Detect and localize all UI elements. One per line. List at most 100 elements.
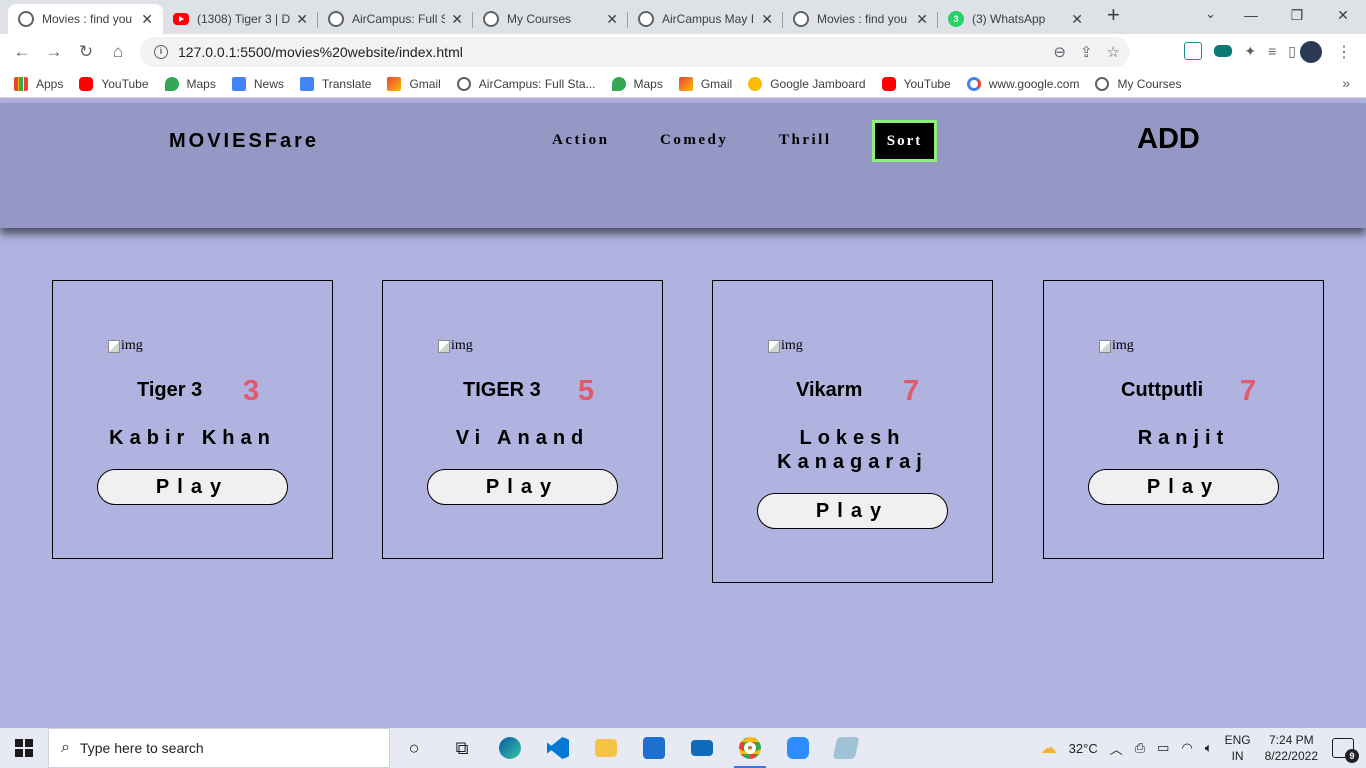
sort-button[interactable]: Sort [872, 120, 937, 162]
bookmark-maps[interactable]: Maps [611, 76, 663, 91]
home-icon[interactable]: ⌂ [102, 42, 134, 62]
bookmark-youtube[interactable]: YouTube [79, 76, 149, 91]
vscode-icon[interactable] [534, 728, 582, 768]
bookmark-aircampus[interactable]: AirCampus: Full Sta... [456, 76, 596, 91]
page-content: MOVIESFare Action Comedy Thrill Sort ADD… [0, 103, 1366, 728]
cortana-circle-icon[interactable]: ○ [390, 728, 438, 768]
window-controls: — ❐ ✕ [1228, 0, 1366, 30]
close-tab-icon[interactable]: ✕ [296, 11, 308, 28]
globe-icon [1095, 76, 1110, 91]
bookmark-star-icon[interactable]: ☆ [1107, 43, 1120, 61]
notes-app-icon[interactable] [822, 728, 870, 768]
globe-icon [483, 11, 499, 27]
bookmark-my-courses[interactable]: My Courses [1095, 76, 1181, 91]
language-indicator[interactable]: ENG IN [1225, 732, 1251, 764]
browser-tab[interactable]: AirCampus May I ✕ [628, 4, 783, 34]
bookmark-news[interactable]: News [231, 76, 284, 91]
edge-browser-icon[interactable] [486, 728, 534, 768]
broken-image-icon [438, 339, 450, 353]
zoom-icon[interactable]: ⊖ [1053, 43, 1066, 61]
notification-center-icon[interactable]: 9 [1332, 738, 1359, 763]
close-tab-icon[interactable]: ✕ [606, 11, 618, 28]
wifi-icon[interactable]: ◠ [1181, 740, 1192, 756]
bookmark-apps[interactable]: Apps [14, 76, 63, 91]
bookmark-translate[interactable]: Translate [299, 76, 371, 91]
battery-icon[interactable]: ▭ [1157, 740, 1169, 756]
gmail-icon [678, 76, 693, 91]
bookmark-jamboard[interactable]: Google Jamboard [748, 76, 866, 91]
microsoft-store-icon[interactable] [630, 728, 678, 768]
browser-tab[interactable]: AirCampus: Full S ✕ [318, 4, 473, 34]
broken-image-icon [108, 339, 120, 353]
browser-tab[interactable]: My Courses ✕ [473, 4, 628, 34]
side-panel-icon[interactable]: ▯ [1288, 43, 1296, 60]
volume-icon[interactable]: 🔈︎ [1205, 740, 1213, 756]
movie-card: img Vikarm 7 Lokesh Kanagaraj Play [712, 280, 993, 583]
task-view-icon[interactable]: ⧉ [438, 728, 486, 768]
play-button[interactable]: Play [427, 469, 618, 505]
media-control-icon[interactable]: ≡ [1268, 43, 1276, 59]
tab-title: (1308) Tiger 3 | D [197, 12, 291, 26]
site-info-icon[interactable]: i [154, 45, 168, 59]
movie-title: Vikarm [796, 379, 863, 401]
close-tab-icon[interactable]: ✕ [1071, 11, 1083, 28]
close-tab-icon[interactable]: ✕ [916, 11, 928, 28]
extensions-puzzle-icon[interactable]: ✦ [1244, 43, 1256, 60]
browser-tab[interactable]: Movies : find you ✕ [783, 4, 938, 34]
play-button[interactable]: Play [757, 493, 948, 529]
windows-start-icon[interactable] [0, 728, 48, 768]
file-explorer-icon[interactable] [582, 728, 630, 768]
bookmark-maps[interactable]: Maps [164, 76, 216, 91]
reload-icon[interactable]: ↻ [70, 42, 102, 62]
weather-icon[interactable]: ☁ [1041, 738, 1057, 758]
news-icon [231, 76, 246, 91]
bookmark-google[interactable]: www.google.com [966, 76, 1079, 91]
meet-now-icon[interactable]: ⎙ [1135, 740, 1145, 756]
close-tab-icon[interactable]: ✕ [141, 11, 153, 28]
new-tab-button[interactable]: + [1107, 2, 1120, 28]
movie-director: Vi Anand [455, 427, 590, 449]
minimize-icon[interactable]: — [1228, 0, 1274, 30]
taskbar-search-box[interactable]: ⌕ Type here to search [48, 728, 390, 768]
close-tab-icon[interactable]: ✕ [761, 11, 773, 28]
tray-overflow-chevron-icon[interactable]: ︿ [1110, 739, 1123, 758]
bookmark-gmail[interactable]: Gmail [387, 76, 441, 91]
share-icon[interactable]: ⇪ [1080, 43, 1093, 61]
profile-avatar[interactable] [1300, 41, 1322, 63]
back-arrow-icon[interactable]: ← [6, 42, 38, 62]
movie-title: TIGER 3 [463, 379, 541, 401]
menu-kebab-icon[interactable]: ⋮ [1336, 42, 1352, 62]
close-window-icon[interactable]: ✕ [1320, 0, 1366, 30]
more-bookmarks-chevron-icon[interactable]: » [1342, 75, 1350, 91]
bookmark-youtube[interactable]: YouTube [881, 76, 951, 91]
nav-comedy[interactable]: Comedy [660, 132, 728, 149]
clock[interactable]: 7:24 PM 8/22/2022 [1265, 732, 1318, 764]
browser-tab[interactable]: (1308) Tiger 3 | D ✕ [163, 4, 318, 34]
address-bar[interactable]: i 127.0.0.1:5500/movies%20website/index.… [140, 37, 1130, 67]
site-brand[interactable]: MOVIESFare [169, 130, 319, 153]
bookmark-gmail[interactable]: Gmail [678, 76, 732, 91]
nav-thrill[interactable]: Thrill [779, 132, 832, 149]
nav-action[interactable]: Action [552, 132, 610, 149]
close-tab-icon[interactable]: ✕ [451, 11, 463, 28]
movie-poster-broken-image: img [768, 338, 803, 354]
browser-tab[interactable]: 3 (3) WhatsApp ✕ [938, 4, 1093, 34]
extension-toggle-icon[interactable] [1214, 45, 1233, 57]
extension-n-icon[interactable] [1184, 42, 1203, 60]
play-button[interactable]: Play [1088, 469, 1279, 505]
play-button[interactable]: Play [97, 469, 288, 505]
tab-title: Movies : find you [42, 12, 133, 26]
add-button[interactable]: ADD [1137, 123, 1200, 156]
tab-search-chevron-icon[interactable]: ⌄ [1205, 6, 1216, 22]
tab-title: (3) WhatsApp [972, 12, 1046, 26]
mail-icon[interactable] [678, 728, 726, 768]
whatsapp-icon: 3 [948, 11, 964, 27]
forward-arrow-icon[interactable]: → [38, 42, 70, 62]
zoom-app-icon[interactable] [774, 728, 822, 768]
restore-icon[interactable]: ❐ [1274, 0, 1320, 30]
browser-tab[interactable]: Movies : find you ✕ [8, 4, 163, 34]
chrome-icon[interactable] [726, 728, 774, 768]
weather-temperature[interactable]: 32°C [1069, 741, 1098, 756]
movie-rating: 7 [903, 375, 920, 407]
movie-title: Tiger 3 [137, 379, 203, 401]
